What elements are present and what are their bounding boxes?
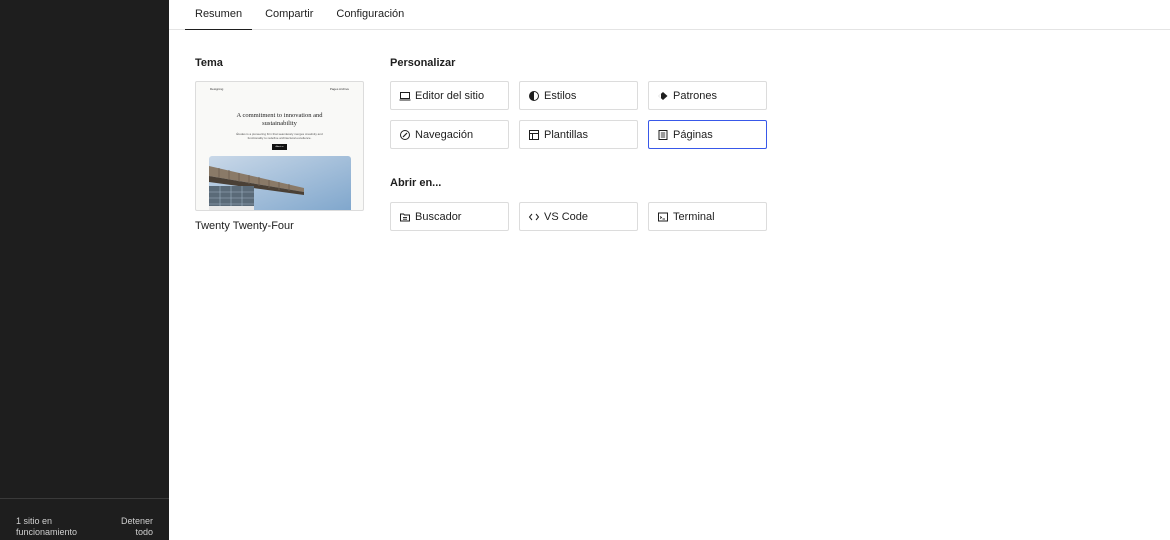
open-in-section-title: Abrir en... [390,177,442,189]
building-illustration [209,156,351,210]
vscode-label: VS Code [544,210,589,223]
monitor-icon [399,90,411,102]
styles-button[interactable]: Estilos [519,81,638,110]
preview-nav: Pages Archive [329,87,349,91]
preview-headline: A commitment to innovation and sustainab… [196,112,363,128]
finder-button[interactable]: Buscador [390,202,509,231]
theme-section-title: Tema [195,57,223,69]
sidebar: 1 sitio en funcionamiento Detener todo [0,0,169,540]
terminal-icon [657,211,669,223]
preview-headline-line-2: sustainability [262,120,297,127]
sidebar-footer: 1 sitio en funcionamiento Detener todo [0,498,169,540]
compass-icon [399,129,411,141]
theme-name: Twenty Twenty-Four [195,220,294,232]
preview-subtext: Études is a pioneering firm that seamles… [236,132,323,140]
folder-icon [399,211,411,223]
templates-button[interactable]: Plantillas [519,120,638,149]
preview-site-name: Designing [210,87,224,91]
patterns-label: Patrones [673,89,718,102]
status-line-2: funcionamiento [16,527,78,537]
preview-headline-line-1: A commitment to innovation and [236,112,323,119]
terminal-button[interactable]: Terminal [648,202,767,231]
running-sites-status: 1 sitio en funcionamiento [16,516,77,538]
half-circle-icon [528,90,540,102]
stop-all-line-2: todo [135,527,153,537]
templates-label: Plantillas [544,128,589,141]
tab-resumen[interactable]: Resumen [185,0,253,30]
stop-all-button[interactable]: Detener todo [121,516,153,538]
tab-bar: Resumen Compartir Configuración [169,0,1170,30]
navigation-label: Navegación [415,128,474,141]
pages-label: Páginas [673,128,713,141]
customize-section-title: Personalizar [390,57,456,69]
code-icon [528,211,540,223]
theme-preview[interactable]: Designing Pages Archive A commitment to … [195,81,364,211]
site-editor-label: Editor del sitio [415,89,485,102]
main-panel: Resumen Compartir Configuración Tema Des… [169,0,1170,540]
preview-building-image [209,156,351,210]
pages-button[interactable]: Páginas [648,120,767,149]
finder-label: Buscador [415,210,462,223]
status-line-1: 1 sitio en [16,516,53,526]
diamond-icon [657,90,669,102]
terminal-label: Terminal [673,210,715,223]
layout-icon [528,129,540,141]
preview-header: Designing Pages Archive [196,82,363,91]
site-editor-button[interactable]: Editor del sitio [390,81,509,110]
navigation-button[interactable]: Navegación [390,120,509,149]
patterns-button[interactable]: Patrones [648,81,767,110]
preview-button: About us [272,144,287,150]
page-icon [657,129,669,141]
stop-all-line-1: Detener [120,516,153,526]
tab-configuracion[interactable]: Configuración [326,0,414,30]
styles-label: Estilos [544,89,577,102]
vscode-button[interactable]: VS Code [519,202,638,231]
tab-compartir[interactable]: Compartir [255,0,323,30]
